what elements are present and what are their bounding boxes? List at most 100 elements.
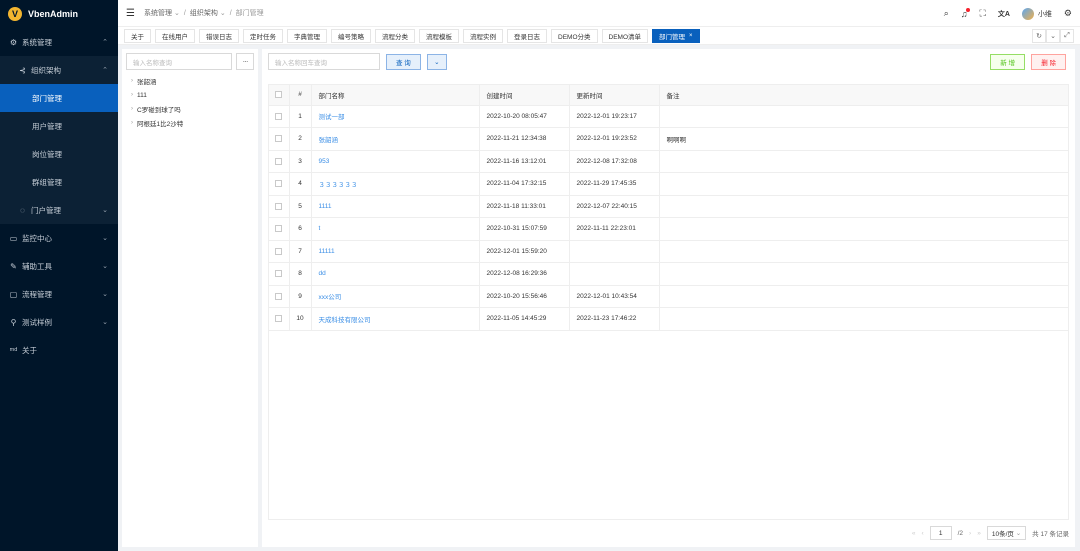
sidebar-item-org[interactable]: ⊰ 组织架构 ⌃ bbox=[0, 56, 118, 84]
table-row[interactable]: 6 t 2022-10-31 15:07:59 2022-11-11 22:23… bbox=[269, 217, 1068, 241]
chevron-right-icon[interactable]: › bbox=[131, 120, 133, 126]
add-button[interactable]: 新 增 bbox=[990, 53, 1025, 70]
tab-about[interactable]: 关于 bbox=[124, 28, 151, 43]
chevron-down-icon[interactable]: ⌄ bbox=[174, 9, 180, 17]
table-row[interactable]: 7 11111 2022-12-01 15:59:20 bbox=[269, 240, 1068, 263]
tree-node[interactable]: › 111 bbox=[122, 88, 258, 102]
tree-node[interactable]: › 张韶涵 bbox=[122, 74, 258, 88]
table-row[interactable]: 1 测试一部 2022-10-20 08:05:47 2022-12-01 19… bbox=[269, 105, 1068, 128]
dept-name-link[interactable]: t bbox=[310, 217, 479, 241]
last-page-icon[interactable]: » bbox=[977, 530, 981, 537]
row-checkbox[interactable] bbox=[269, 262, 289, 286]
tab-flow-instance[interactable]: 流程实例 bbox=[463, 28, 503, 43]
tab-numbering[interactable]: 编号策略 bbox=[331, 28, 371, 43]
search-icon[interactable]: ⌕ bbox=[944, 8, 949, 19]
refresh-icon[interactable]: ↻ bbox=[1032, 29, 1046, 43]
page-size-select[interactable]: 10条/页 ⌄ bbox=[986, 526, 1027, 540]
tab-error-log[interactable]: 错误日志 bbox=[199, 28, 239, 43]
chevron-right-icon[interactable]: › bbox=[131, 106, 133, 112]
dept-name-link[interactable]: 1111 bbox=[310, 195, 479, 218]
tree-node[interactable]: › C罗碰到球了吗 bbox=[122, 102, 258, 116]
row-checkbox[interactable] bbox=[269, 240, 289, 263]
dept-name-link[interactable]: 测试一部 bbox=[310, 105, 479, 128]
username[interactable]: 小维 bbox=[1038, 9, 1052, 19]
next-page-icon[interactable]: › bbox=[969, 530, 971, 537]
chevron-right-icon[interactable]: › bbox=[131, 92, 133, 98]
fullscreen-icon[interactable]: ⛶ bbox=[980, 8, 986, 19]
dept-search-input[interactable]: 输入名称回车查询 bbox=[268, 53, 380, 70]
row-checkbox[interactable] bbox=[269, 105, 289, 128]
row-checkbox[interactable] bbox=[269, 217, 289, 241]
row-checkbox[interactable] bbox=[269, 307, 289, 331]
table-row[interactable]: 8 dd 2022-12-08 16:29:36 bbox=[269, 262, 1068, 286]
table-row[interactable]: 3 953 2022-11-16 13:12:01 2022-12-08 17:… bbox=[269, 150, 1068, 173]
sidebar-item-monitor[interactable]: ▭ 监控中心 ⌄ bbox=[0, 224, 118, 252]
tab-demo-category[interactable]: DEMO分类 bbox=[551, 28, 598, 43]
dept-name-link[interactable]: 11111 bbox=[310, 240, 479, 263]
tab-dictionary[interactable]: 字典管理 bbox=[287, 28, 327, 43]
row-checkbox[interactable] bbox=[269, 195, 289, 218]
sidebar-item-groups[interactable]: 群组管理 bbox=[0, 168, 118, 196]
dept-name-link[interactable]: 天成科技有限公司 bbox=[310, 307, 479, 331]
tab-login-log[interactable]: 登录日志 bbox=[507, 28, 547, 43]
sidebar-item-posts[interactable]: 岗位管理 bbox=[0, 140, 118, 168]
dept-name-link[interactable]: xxx公司 bbox=[310, 285, 479, 308]
row-checkbox[interactable] bbox=[269, 127, 289, 151]
col-updated[interactable]: 更新时间 bbox=[568, 85, 659, 106]
sidebar-item-flow[interactable]: ▢ 流程管理 ⌄ bbox=[0, 280, 118, 308]
sidebar-item-dept[interactable]: 部门管理 bbox=[0, 84, 118, 112]
settings-icon[interactable]: ⚙ bbox=[1064, 8, 1072, 19]
sidebar-item-about[interactable]: md 关于 bbox=[0, 336, 118, 364]
query-button[interactable]: 查 询 bbox=[386, 53, 421, 70]
bell-icon[interactable]: ♫ bbox=[961, 7, 970, 19]
prev-page-icon[interactable]: ‹ bbox=[921, 530, 923, 537]
tab-dept-active[interactable]: 部门管理 × bbox=[652, 28, 700, 43]
row-checkbox[interactable] bbox=[269, 172, 289, 196]
tab-flow-category[interactable]: 流程分类 bbox=[375, 28, 415, 43]
tree-search-input[interactable]: 输入名称查询 bbox=[126, 53, 232, 70]
col-dept-name[interactable]: 部门名称 bbox=[310, 85, 479, 106]
table-row[interactable]: 10 天成科技有限公司 2022-11-05 14:45:29 2022-11-… bbox=[269, 307, 1068, 331]
tab-flow-template[interactable]: 流程模板 bbox=[419, 28, 459, 43]
updated-time: 2022-12-01 19:23:17 bbox=[568, 105, 659, 128]
tree-node[interactable]: › 阿根廷1比2沙特 bbox=[122, 116, 258, 130]
breadcrumb-item-org[interactable]: 组织架构 bbox=[190, 8, 218, 18]
chevron-right-icon[interactable]: › bbox=[131, 78, 133, 84]
delete-button[interactable]: 删 除 bbox=[1031, 53, 1066, 70]
table-row[interactable]: 4 ３３３３３３ 2022-11-04 17:32:15 2022-11-29 … bbox=[269, 172, 1068, 196]
chevron-down-icon[interactable]: ⌄ bbox=[1046, 29, 1060, 43]
dept-name-link[interactable]: 张韶涵 bbox=[310, 127, 479, 151]
select-all-checkbox[interactable] bbox=[269, 85, 289, 106]
table-row[interactable]: 9 xxx公司 2022-10-20 15:56:46 2022-12-01 1… bbox=[269, 285, 1068, 308]
sidebar-item-tools[interactable]: ✎ 辅助工具 ⌄ bbox=[0, 252, 118, 280]
dept-name-link[interactable]: ３３３３３３ bbox=[310, 172, 479, 196]
tab-demo-list[interactable]: DEMO清单 bbox=[601, 28, 648, 43]
close-icon[interactable]: × bbox=[689, 33, 693, 39]
tab-online-users[interactable]: 在线用户 bbox=[155, 28, 195, 43]
row-checkbox[interactable] bbox=[269, 285, 289, 308]
sidebar-item-users[interactable]: 用户管理 bbox=[0, 112, 118, 140]
app-logo[interactable]: V VbenAdmin bbox=[0, 0, 118, 28]
breadcrumb-item-system[interactable]: 系统管理 bbox=[144, 8, 172, 18]
col-remark[interactable]: 备注 bbox=[658, 85, 1068, 106]
sidebar-item-system[interactable]: ⚙ 系统管理 ⌃ bbox=[0, 28, 118, 56]
expand-filter-button[interactable]: ⌄ bbox=[426, 53, 447, 70]
sidebar-item-portal[interactable]: ◌ 门户管理 ⌄ bbox=[0, 196, 118, 224]
tab-scheduled-tasks[interactable]: 定时任务 bbox=[243, 28, 283, 43]
row-checkbox[interactable] bbox=[269, 150, 289, 173]
avatar[interactable] bbox=[1021, 7, 1034, 20]
sidebar-item-tests[interactable]: ⚲ 测试样例 ⌄ bbox=[0, 308, 118, 336]
table-row[interactable]: 5 1111 2022-11-18 11:33:01 2022-12-07 22… bbox=[269, 195, 1068, 218]
more-icon[interactable]: ··· bbox=[236, 53, 254, 70]
translate-icon[interactable]: 文A bbox=[998, 9, 1010, 19]
table-row[interactable]: 2 张韶涵 2022-11-21 12:34:38 2022-12-01 19:… bbox=[269, 127, 1068, 151]
page-number-input[interactable]: 1 bbox=[929, 526, 952, 540]
dept-name-link[interactable]: dd bbox=[310, 262, 479, 286]
tab-label: 字典管理 bbox=[294, 33, 320, 41]
col-created[interactable]: 创建时间 bbox=[478, 85, 569, 106]
dept-name-link[interactable]: 953 bbox=[310, 150, 479, 173]
menu-fold-icon[interactable]: ☰ bbox=[126, 8, 136, 19]
expand-icon[interactable]: ⤢ bbox=[1060, 29, 1074, 43]
chevron-down-icon[interactable]: ⌄ bbox=[220, 9, 226, 17]
first-page-icon[interactable]: « bbox=[912, 530, 916, 537]
